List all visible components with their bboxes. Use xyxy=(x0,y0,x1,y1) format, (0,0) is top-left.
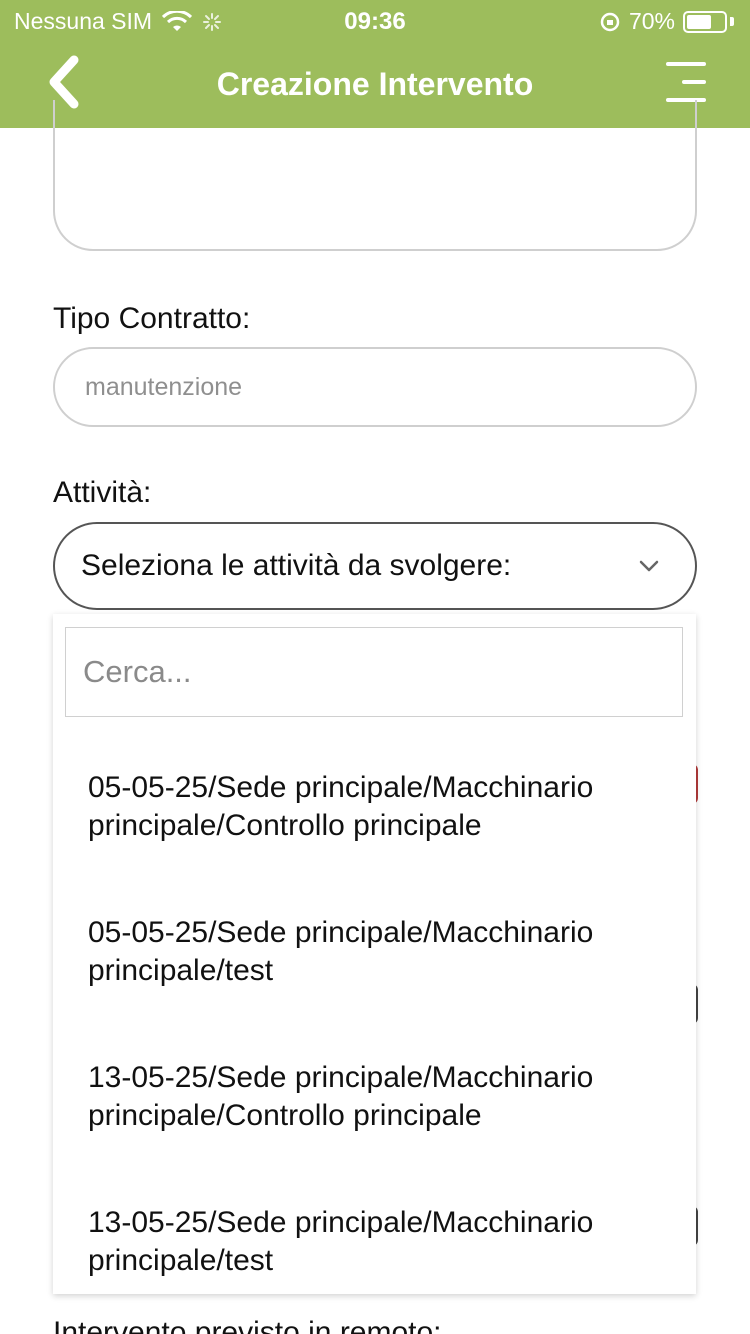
attivita-dropdown: Cerca... 05-05-25/Sede principale/Macchi… xyxy=(53,614,696,1294)
option-line: principale/test xyxy=(88,954,274,987)
attivita-select-value: Seleziona le attività da svolgere: xyxy=(81,549,512,582)
page-title: Creazione Intervento xyxy=(216,66,534,102)
tipo-contratto-input[interactable]: manutenzione xyxy=(53,347,697,427)
attivita-select[interactable]: Seleziona le attività da svolgere: xyxy=(53,522,697,610)
menu-icon-line xyxy=(682,80,706,84)
dropdown-option[interactable]: 05-05-25/Sede principale/Macchinario pri… xyxy=(88,769,678,845)
dropdown-option[interactable]: 13-05-25/Sede principale/Macchinario pri… xyxy=(88,1059,678,1135)
attivita-label: Attività: xyxy=(53,476,152,509)
notes-textarea[interactable] xyxy=(53,100,697,251)
battery-fill xyxy=(687,14,711,29)
dropdown-option[interactable]: 05-05-25/Sede principale/Macchinario pri… xyxy=(88,914,678,990)
battery-icon xyxy=(683,10,727,33)
tipo-contratto-label: Tipo Contratto: xyxy=(53,302,251,335)
status-right: 70% xyxy=(599,8,734,35)
orientation-lock-icon xyxy=(600,12,620,31)
option-line: 05-05-25/Sede principale/Macchinario xyxy=(88,916,594,949)
option-line: 13-05-25/Sede principale/Macchinario xyxy=(88,1206,594,1239)
intervento-remoto-label: Intervento previsto in remoto: xyxy=(53,1316,442,1334)
option-line: principale/Controllo principale xyxy=(88,809,482,842)
option-line: principale/test xyxy=(88,1244,274,1277)
battery-tip xyxy=(730,17,734,26)
dropdown-search-input[interactable]: Cerca... xyxy=(65,627,683,717)
dropdown-option[interactable]: 13-05-25/Sede principale/Macchinario pri… xyxy=(88,1204,678,1280)
battery-percent: 70% xyxy=(628,8,675,34)
option-line: 05-05-25/Sede principale/Macchinario xyxy=(88,771,594,804)
status-bar: Nessuna SIM 09:36 70% xyxy=(0,0,750,42)
option-line: principale/Controllo principale xyxy=(88,1099,482,1132)
option-line: 13-05-25/Sede principale/Macchinario xyxy=(88,1061,594,1094)
chevron-down-icon xyxy=(639,560,659,572)
menu-icon xyxy=(666,62,706,66)
